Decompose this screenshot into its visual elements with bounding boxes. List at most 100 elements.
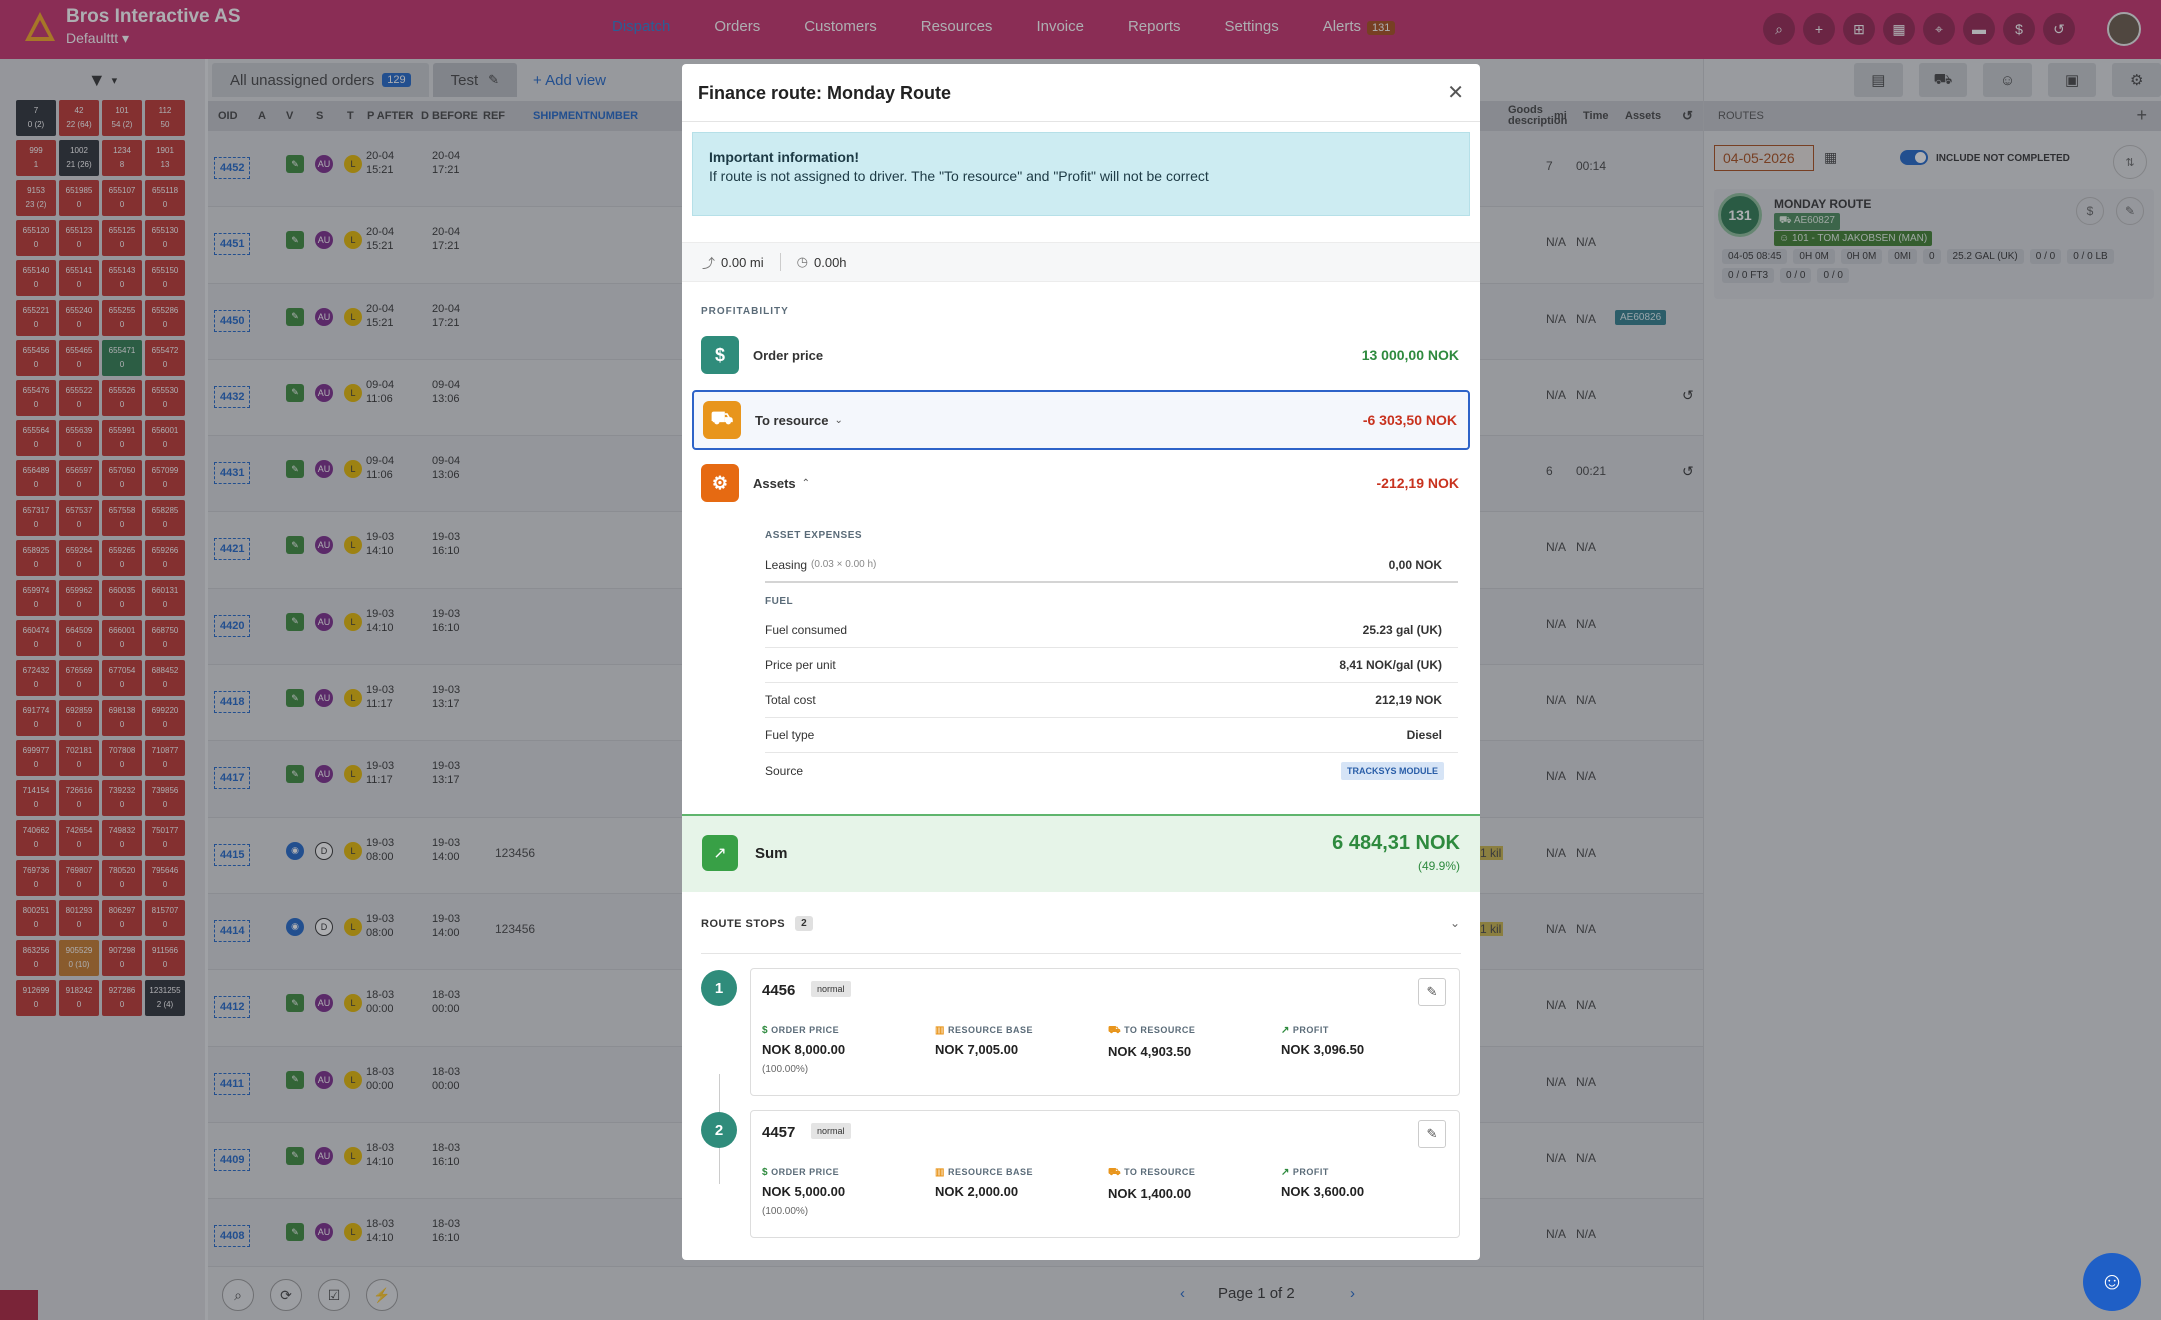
modal-title: Finance route: Monday Route xyxy=(698,83,952,103)
dollar-icon: $ xyxy=(701,336,739,374)
leasing-label: Leasing xyxy=(765,557,808,572)
resource-base-icon: ▥ xyxy=(935,1167,945,1178)
source-row: Source TRACKSYS MODULE xyxy=(765,753,1458,788)
resource-base-label: RESOURCE BASE xyxy=(947,1025,1033,1035)
stop-order-price: $ ORDER PRICE NOK 8,000.00 (100.00%) xyxy=(762,1025,845,1075)
stop-order-id: 4456 xyxy=(762,982,796,999)
route-stops-label: ROUTE STOPS xyxy=(701,917,786,930)
order-price-label: ORDER PRICE xyxy=(771,1025,840,1035)
info-text: If route is not assigned to driver. The … xyxy=(709,168,1209,184)
total-cost-value: 212,19 NOK xyxy=(1375,693,1442,707)
leasing-detail: (0.03 × 0.00 h) xyxy=(811,559,877,570)
distance-value: 0.00 mi xyxy=(721,254,764,270)
fuel-consumed-label: Fuel consumed xyxy=(765,623,848,637)
to-resource-value: NOK 4,903.50 xyxy=(1108,1044,1192,1059)
stop-resource-base: ▥ RESOURCE BASE NOK 7,005.00 xyxy=(935,1025,1033,1057)
modal-header: Finance route: Monday Route ✕ xyxy=(682,64,1480,122)
fuel-type-label: Fuel type xyxy=(765,728,815,742)
info-title: Important information! xyxy=(709,149,860,165)
divider xyxy=(701,953,1461,954)
dollar-icon: $ xyxy=(762,1025,769,1036)
profit-label: PROFIT xyxy=(1292,1167,1329,1177)
important-info-box: Important information! If route is not a… xyxy=(692,132,1470,216)
price-per-unit-row: Price per unit 8,41 NOK/gal (UK) xyxy=(765,648,1458,683)
source-label: Source xyxy=(765,763,804,778)
pencil-icon[interactable]: ✎ xyxy=(1418,978,1446,1006)
asset-expenses-label: ASSET EXPENSES xyxy=(765,530,863,541)
close-icon[interactable]: ✕ xyxy=(1447,80,1464,105)
gear-icon: ⚙ xyxy=(701,464,739,502)
route-stop-card: 4457 normal ✎ $ ORDER PRICE NOK 5,000.00 … xyxy=(750,1110,1460,1238)
assets-label: Assets xyxy=(753,475,796,491)
route-metrics: ⤴ 0.00 mi ◷ 0.00h xyxy=(682,242,1480,282)
order-price-value: 13 000,00 NOK xyxy=(1361,347,1459,363)
price-per-unit-value: 8,41 NOK/gal (UK) xyxy=(1339,658,1442,672)
chart-icon: ↗ xyxy=(1281,1025,1290,1036)
to-resource-value: NOK 1,400.00 xyxy=(1108,1186,1192,1201)
stop-number: 1 xyxy=(701,970,737,1006)
stop-profit: ↗ PROFIT NOK 3,096.50 xyxy=(1281,1025,1364,1057)
distance-icon: ⤴ xyxy=(702,255,716,271)
route-stops-count: 2 xyxy=(795,916,814,931)
sum-section: ↗ Sum 6 484,31 NOK (49.9%) xyxy=(682,814,1480,892)
order-price-row: $ Order price 13 000,00 NOK xyxy=(692,327,1470,383)
profit-value: NOK 3,600.00 xyxy=(1281,1184,1365,1199)
stop-order-id: 4457 xyxy=(762,1124,796,1141)
dollar-icon: $ xyxy=(762,1167,769,1178)
resource-base-label: RESOURCE BASE xyxy=(947,1167,1033,1177)
stop-profit: ↗ PROFIT NOK 3,600.00 xyxy=(1281,1167,1364,1199)
leasing-value: 0,00 NOK xyxy=(1388,557,1442,572)
stop-type-tag: normal xyxy=(811,1123,851,1139)
fuel-type-row: Fuel type Diesel xyxy=(765,718,1458,753)
chevron-down-icon[interactable]: ⌄ xyxy=(1450,916,1460,930)
order-price-value: NOK 8,000.00 xyxy=(762,1042,846,1057)
leasing-row: Leasing (0.03 × 0.00 h) 0,00 NOK xyxy=(765,548,1458,583)
stop-number: 2 xyxy=(701,1112,737,1148)
sum-percent: (49.9%) xyxy=(1417,859,1460,873)
fuel-consumed-value: 25.23 gal (UK) xyxy=(1362,623,1442,637)
duration-value: 0.00h xyxy=(814,254,847,270)
chart-icon: ↗ xyxy=(1281,1167,1290,1178)
finance-route-modal: Finance route: Monday Route ✕ Important … xyxy=(682,64,1480,1260)
resource-base-value: NOK 2,000.00 xyxy=(935,1184,1019,1199)
to-resource-row[interactable]: ⛟ To resource ⌄ -6 303,50 NOK xyxy=(692,390,1470,450)
truck-icon: ⛟ xyxy=(1108,1167,1122,1178)
support-chat-icon[interactable]: ☺ xyxy=(2083,1253,2141,1311)
sum-label: Sum xyxy=(755,845,788,862)
stop-to-resource: ⛟ TO RESOURCE NOK 4,903.50 xyxy=(1108,1025,1195,1059)
fuel-label: FUEL xyxy=(765,596,794,607)
to-resource-value: -6 303,50 NOK xyxy=(1362,412,1457,428)
chevron-down-icon: ⌄ xyxy=(834,414,843,426)
fuel-type-value: Diesel xyxy=(1406,728,1442,742)
pencil-icon[interactable]: ✎ xyxy=(1418,1120,1446,1148)
stop-resource-base: ▥ RESOURCE BASE NOK 2,000.00 xyxy=(935,1167,1033,1199)
order-price-label: ORDER PRICE xyxy=(771,1167,840,1177)
corner-logo xyxy=(0,1290,38,1320)
order-price-percent: (100.00%) xyxy=(762,1206,809,1217)
to-resource-label: TO RESOURCE xyxy=(1124,1025,1196,1035)
total-cost-row: Total cost 212,19 NOK xyxy=(765,683,1458,718)
to-resource-label: To resource xyxy=(755,412,829,428)
assets-value: -212,19 NOK xyxy=(1376,475,1459,491)
profit-value: NOK 3,096.50 xyxy=(1281,1042,1365,1057)
clock-icon: ◷ xyxy=(796,254,808,269)
to-resource-label: TO RESOURCE xyxy=(1124,1167,1196,1177)
profit-label: PROFIT xyxy=(1292,1025,1329,1035)
fuel-consumed-row: Fuel consumed 25.23 gal (UK) xyxy=(765,613,1458,648)
chevron-up-icon: ⌃ xyxy=(801,477,811,489)
divider xyxy=(779,253,781,271)
price-per-unit-label: Price per unit xyxy=(765,658,836,672)
stop-type-tag: normal xyxy=(811,981,851,997)
resource-base-icon: ▥ xyxy=(935,1025,945,1036)
truck-icon: ⛟ xyxy=(703,401,741,439)
total-cost-label: Total cost xyxy=(765,693,816,707)
source-badge: TRACKSYS MODULE xyxy=(1340,761,1444,780)
route-stops-header[interactable]: ROUTE STOPS 2 xyxy=(701,916,814,931)
assets-row[interactable]: ⚙ Assets ⌃ -212,19 NOK xyxy=(692,455,1470,511)
chart-icon: ↗ xyxy=(702,835,738,871)
stop-to-resource: ⛟ TO RESOURCE NOK 1,400.00 xyxy=(1108,1167,1195,1201)
order-price-value: NOK 5,000.00 xyxy=(762,1184,846,1199)
route-stop-card: 4456 normal ✎ $ ORDER PRICE NOK 8,000.00 … xyxy=(750,968,1460,1096)
sum-value: 6 484,31 NOK xyxy=(1332,832,1460,854)
order-price-label: Order price xyxy=(753,347,824,363)
